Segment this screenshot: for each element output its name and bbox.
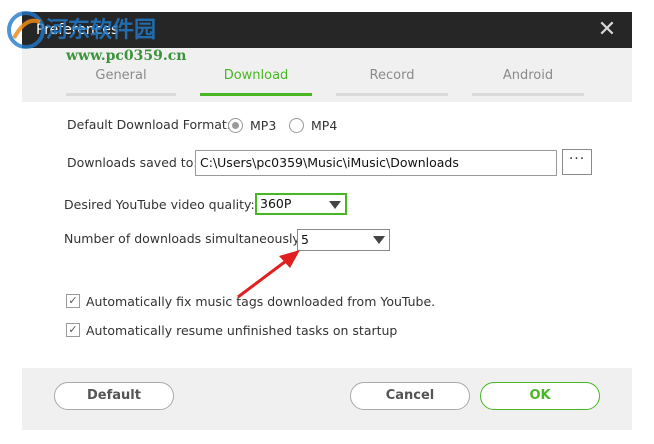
annotation-arrow-shaft — [237, 256, 291, 299]
watermark-logo-icon — [7, 11, 45, 49]
watermark-site-name: 河东软件园 — [46, 17, 157, 43]
watermark-url: www.pc0359.cn — [66, 48, 187, 64]
watermark: 河东软件园 www.pc0359.cn — [0, 0, 220, 70]
